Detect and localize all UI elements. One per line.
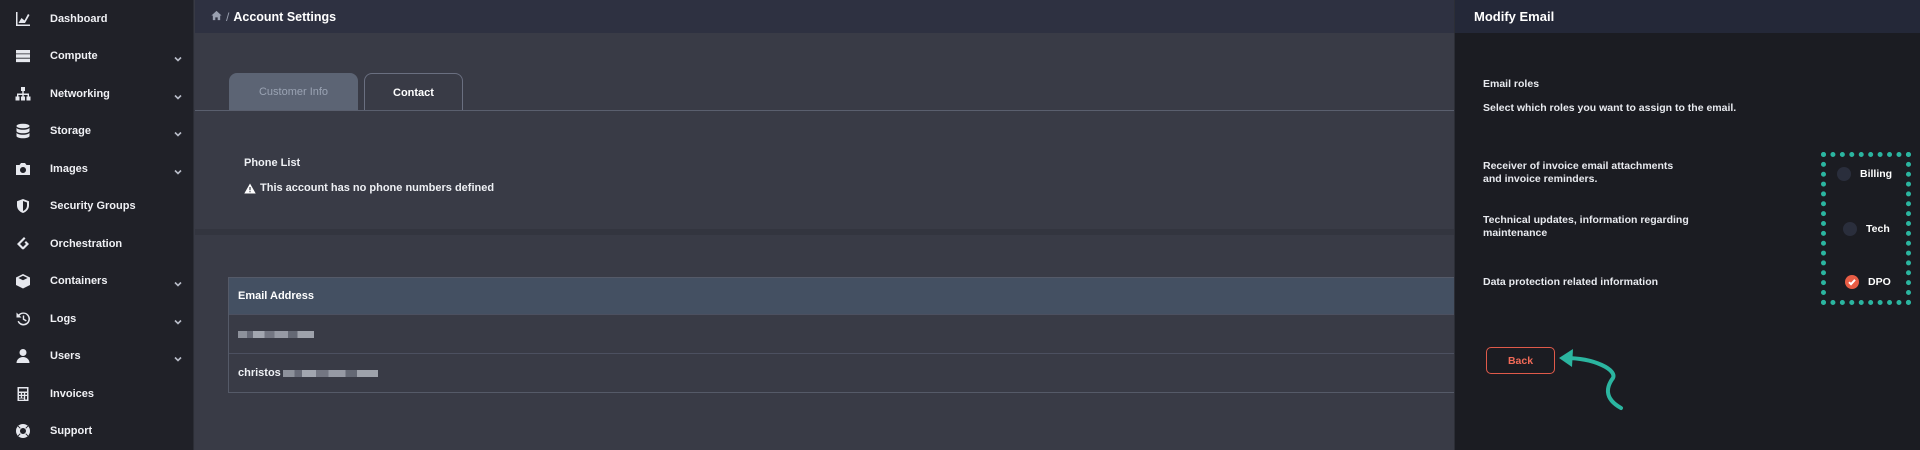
email-table: Email Address christos bbox=[228, 277, 1454, 393]
tab-underline bbox=[195, 110, 1454, 111]
sidebar-item-security-groups[interactable]: Security Groups bbox=[0, 188, 193, 226]
calculator-icon bbox=[14, 385, 32, 403]
sidebar-item-containers[interactable]: Containers bbox=[0, 263, 193, 301]
history-icon bbox=[14, 310, 32, 328]
chevron-down-icon[interactable] bbox=[173, 276, 183, 287]
sidebar-item-label: Images bbox=[50, 162, 88, 175]
sidebar-item-label: Users bbox=[50, 350, 81, 363]
sidebar-item-orchestration[interactable]: Orchestration bbox=[0, 225, 193, 263]
role-description-tech: Technical updates, information regarding… bbox=[1483, 214, 1689, 239]
sidebar-item-label: Orchestration bbox=[50, 237, 123, 250]
sidebar-item-compute[interactable]: Compute bbox=[0, 38, 193, 76]
phone-list-title: Phone List bbox=[244, 157, 301, 169]
database-icon bbox=[14, 122, 32, 140]
main-content: / Account Settings Customer Info Contact… bbox=[195, 0, 1454, 450]
email-prefix: christos bbox=[238, 367, 281, 379]
redacted-email bbox=[282, 369, 378, 377]
sidebar-item-label: Security Groups bbox=[50, 200, 136, 213]
sidebar-item-invoices[interactable]: Invoices bbox=[0, 375, 193, 413]
shield-icon bbox=[14, 197, 32, 215]
sidebar-item-label: Compute bbox=[50, 50, 98, 63]
home-icon[interactable] bbox=[211, 8, 222, 26]
chevron-down-icon[interactable] bbox=[173, 126, 183, 137]
table-row[interactable]: christos bbox=[229, 353, 1454, 392]
sidebar-item-logs[interactable]: Logs bbox=[0, 300, 193, 338]
sidebar-item-label: Dashboard bbox=[50, 12, 108, 25]
sidebar: Dashboard Compute Networking Storage Ima… bbox=[0, 0, 194, 450]
tab-contact[interactable]: Contact bbox=[364, 73, 463, 111]
sidebar-item-label: Storage bbox=[50, 125, 91, 138]
role-description-dpo: Data protection related information bbox=[1483, 276, 1659, 288]
sidebar-item-dashboard[interactable]: Dashboard bbox=[0, 0, 193, 38]
chevron-down-icon[interactable] bbox=[173, 314, 183, 325]
phone-warning: This account has no phone numbers define… bbox=[244, 182, 494, 194]
breadcrumb: / Account Settings bbox=[195, 0, 1454, 33]
chevron-down-icon[interactable] bbox=[173, 51, 183, 62]
sidebar-item-label: Networking bbox=[50, 87, 110, 100]
section-divider bbox=[195, 229, 1454, 235]
network-icon bbox=[14, 85, 32, 103]
sidebar-item-label: Invoices bbox=[50, 387, 95, 400]
sidebar-item-support[interactable]: Support bbox=[0, 413, 193, 450]
cube-icon bbox=[14, 272, 32, 290]
tab-bar: Customer Info Contact bbox=[229, 73, 463, 111]
modify-email-panel: Modify Email Email roles Select which ro… bbox=[1454, 0, 1920, 450]
sidebar-item-images[interactable]: Images bbox=[0, 150, 193, 188]
panel-title: Modify Email bbox=[1455, 0, 1920, 33]
tab-customer-info[interactable]: Customer Info bbox=[229, 73, 358, 111]
server-icon bbox=[14, 47, 32, 65]
lifebuoy-icon bbox=[14, 422, 32, 440]
redacted-email bbox=[238, 330, 314, 338]
warning-icon bbox=[244, 183, 256, 193]
user-icon bbox=[14, 347, 32, 365]
chevron-down-icon[interactable] bbox=[173, 164, 183, 175]
page-title: Account Settings bbox=[233, 9, 337, 24]
table-row[interactable] bbox=[229, 314, 1454, 353]
sidebar-item-networking[interactable]: Networking bbox=[0, 75, 193, 113]
email-table-header: Email Address bbox=[229, 278, 1454, 314]
breadcrumb-separator: / bbox=[226, 9, 230, 24]
chart-area-icon bbox=[14, 10, 32, 28]
chevron-down-icon[interactable] bbox=[173, 351, 183, 362]
chevron-down-icon[interactable] bbox=[173, 89, 183, 100]
sidebar-item-storage[interactable]: Storage bbox=[0, 113, 193, 151]
layers-icon bbox=[14, 235, 32, 253]
annotation-highlight-box bbox=[1821, 152, 1911, 305]
phone-warning-text: This account has no phone numbers define… bbox=[260, 182, 495, 194]
sidebar-item-users[interactable]: Users bbox=[0, 338, 193, 376]
camera-icon bbox=[14, 160, 32, 178]
email-roles-title: Email roles bbox=[1483, 78, 1540, 90]
role-description-billing: Receiver of invoice email attachments an… bbox=[1483, 160, 1674, 185]
sidebar-item-label: Containers bbox=[50, 275, 108, 288]
annotation-arrow-icon bbox=[1559, 349, 1623, 410]
sidebar-item-label: Support bbox=[50, 425, 93, 438]
back-button[interactable]: Back bbox=[1486, 347, 1555, 374]
sidebar-item-label: Logs bbox=[50, 312, 77, 325]
email-roles-subtitle: Select which roles you want to assign to… bbox=[1483, 102, 1737, 114]
